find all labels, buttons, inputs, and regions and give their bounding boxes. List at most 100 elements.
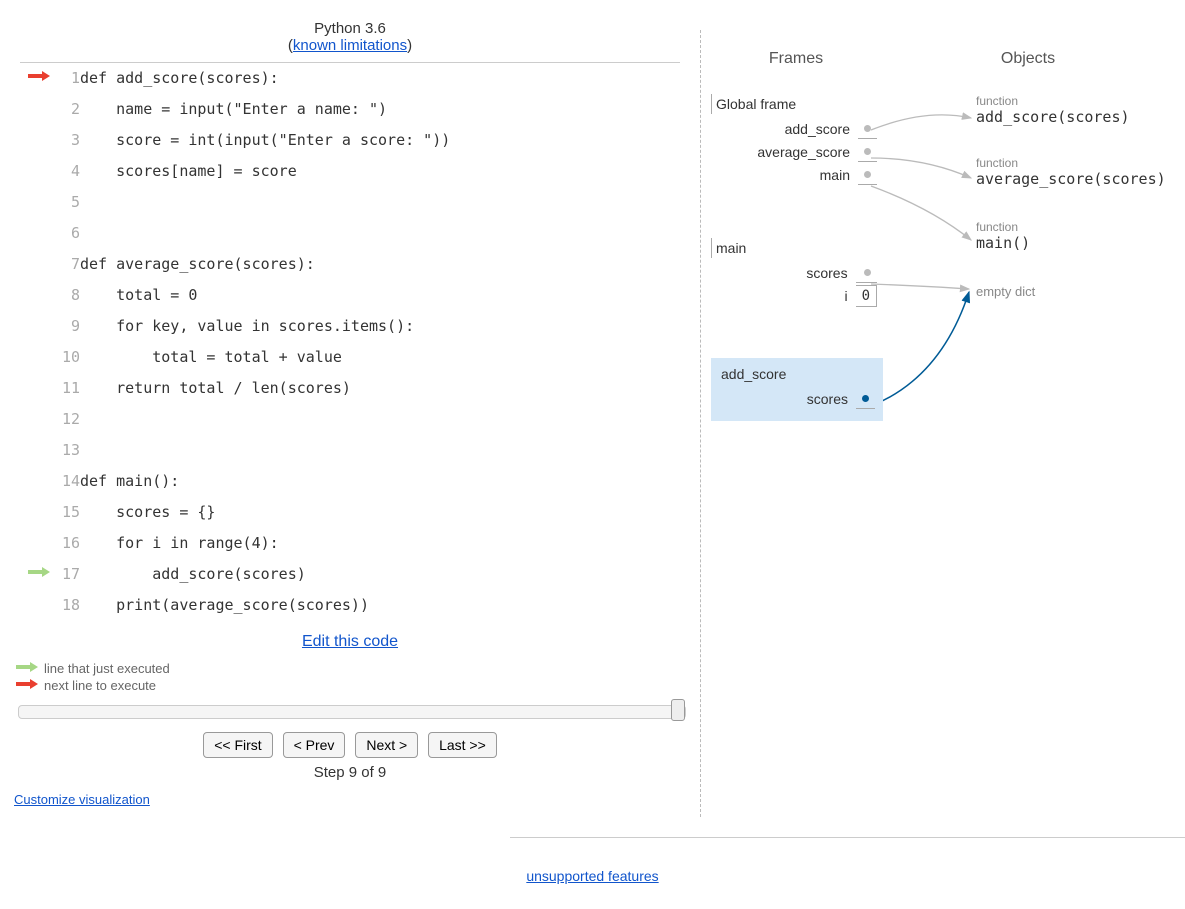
code-line: 12 bbox=[20, 404, 680, 435]
code-line: 9 for key, value in scores.items(): bbox=[20, 311, 680, 342]
viz-area: Global frame add_score average_score mai… bbox=[711, 88, 1175, 468]
var-name: scores bbox=[713, 262, 854, 283]
line-number: 6 bbox=[50, 218, 80, 249]
var-name: i bbox=[713, 285, 854, 307]
code-text bbox=[80, 621, 680, 623]
code-area: 1def add_score(scores):2 name = input("E… bbox=[20, 63, 680, 623]
objects-header-label: Objects bbox=[881, 50, 1175, 68]
object-label: add_score(scores) bbox=[976, 108, 1130, 126]
arrow-cell bbox=[20, 528, 50, 559]
arrow-cell bbox=[20, 466, 50, 497]
frame-add-score: add_score scores bbox=[711, 358, 883, 421]
frame-global: Global frame add_score average_score mai… bbox=[711, 94, 879, 187]
object-label: main() bbox=[976, 234, 1030, 252]
code-line: 2 name = input("Enter a name: ") bbox=[20, 94, 680, 125]
step-label: Step 9 of 9 bbox=[10, 764, 690, 781]
legend: line that just executed next line to exe… bbox=[16, 661, 690, 693]
arrow-cell bbox=[20, 559, 50, 590]
line-number: 9 bbox=[50, 311, 80, 342]
line-number: 15 bbox=[50, 497, 80, 528]
frame-main: main scores i 0 bbox=[711, 238, 879, 309]
language-label: Python 3.6 bbox=[314, 20, 386, 37]
code-line: 5 bbox=[20, 187, 680, 218]
code-text bbox=[80, 218, 680, 249]
code-text: scores[name] = score bbox=[80, 156, 680, 187]
frame-title: main bbox=[711, 238, 879, 258]
line-number: 5 bbox=[50, 187, 80, 218]
code-line: 19 bbox=[20, 621, 680, 623]
code-text: add_score(scores) bbox=[80, 559, 680, 590]
unsupported-features-link[interactable]: unsupported features bbox=[526, 868, 658, 884]
arrow-cell bbox=[20, 280, 50, 311]
last-button[interactable]: Last >> bbox=[428, 732, 497, 758]
code-line: 14def main(): bbox=[20, 466, 680, 497]
object-func: function average_score(scores) bbox=[976, 156, 1166, 188]
code-text bbox=[80, 435, 680, 466]
arrow-cell bbox=[20, 621, 50, 623]
line-number: 3 bbox=[50, 125, 80, 156]
object-type: function bbox=[976, 220, 1030, 234]
frames-header-label: Frames bbox=[711, 50, 881, 68]
var-name: add_score bbox=[713, 118, 856, 139]
code-scroll[interactable]: 1def add_score(scores):2 name = input("E… bbox=[20, 63, 680, 623]
code-text: scores = {} bbox=[80, 497, 680, 528]
code-text: def average_score(scores): bbox=[80, 249, 680, 280]
code-line: 18 print(average_score(scores)) bbox=[20, 590, 680, 621]
pointer-dot bbox=[864, 171, 871, 178]
arrow-cell bbox=[20, 125, 50, 156]
code-line: 16 for i in range(4): bbox=[20, 528, 680, 559]
code-line: 7def average_score(scores): bbox=[20, 249, 680, 280]
arrow-cell bbox=[20, 63, 50, 94]
line-number: 2 bbox=[50, 94, 80, 125]
viz-header: Frames Objects bbox=[711, 50, 1175, 68]
line-number: 13 bbox=[50, 435, 80, 466]
arrow-cell bbox=[20, 497, 50, 528]
legend-just-executed: line that just executed bbox=[44, 661, 170, 676]
legend-next-execute: next line to execute bbox=[44, 678, 156, 693]
code-text: total = 0 bbox=[80, 280, 680, 311]
line-number: 12 bbox=[50, 404, 80, 435]
object-func: function add_score(scores) bbox=[976, 94, 1130, 126]
code-text: def add_score(scores): bbox=[80, 63, 680, 94]
object-type: function bbox=[976, 156, 1166, 170]
object-label: empty dict bbox=[976, 284, 1035, 299]
line-number: 19 bbox=[50, 621, 80, 623]
arrow-cell bbox=[20, 590, 50, 621]
object-label: average_score(scores) bbox=[976, 170, 1166, 188]
object-dict: empty dict bbox=[976, 284, 1035, 299]
step-slider[interactable] bbox=[18, 705, 686, 719]
pointer-dot bbox=[864, 148, 871, 155]
first-button[interactable]: << First bbox=[203, 732, 272, 758]
var-name: scores bbox=[719, 388, 854, 409]
line-number: 1 bbox=[50, 63, 80, 94]
code-line: 11 return total / len(scores) bbox=[20, 373, 680, 404]
code-line: 8 total = 0 bbox=[20, 280, 680, 311]
line-number: 11 bbox=[50, 373, 80, 404]
known-limitations-link[interactable]: known limitations bbox=[293, 37, 407, 54]
nav-buttons: << First < Prev Next > Last >> bbox=[10, 732, 690, 758]
code-panel: Python 3.6 (known limitations) 1def add_… bbox=[0, 0, 700, 817]
frame-title: add_score bbox=[717, 364, 877, 384]
arrow-cell bbox=[20, 187, 50, 218]
arrow-cell bbox=[20, 156, 50, 187]
code-line: 15 scores = {} bbox=[20, 497, 680, 528]
code-line: 3 score = int(input("Enter a score: ")) bbox=[20, 125, 680, 156]
arrow-cell bbox=[20, 435, 50, 466]
line-number: 17 bbox=[50, 559, 80, 590]
prev-button[interactable]: < Prev bbox=[283, 732, 346, 758]
green-arrow-icon bbox=[16, 661, 38, 676]
arrow-cell bbox=[20, 404, 50, 435]
red-arrow-icon bbox=[16, 678, 38, 693]
code-line: 17 add_score(scores) bbox=[20, 559, 680, 590]
viz-panel: Frames Objects bbox=[700, 30, 1185, 817]
language-header: Python 3.6 (known limitations) bbox=[10, 20, 690, 54]
arrow-cell bbox=[20, 94, 50, 125]
arrow-cell bbox=[20, 373, 50, 404]
pointer-dot bbox=[864, 269, 871, 276]
customize-link[interactable]: Customize visualization bbox=[14, 792, 150, 807]
footer: unsupported features bbox=[0, 837, 1185, 884]
object-type: function bbox=[976, 94, 1130, 108]
code-line: 1def add_score(scores): bbox=[20, 63, 680, 94]
next-button[interactable]: Next > bbox=[355, 732, 418, 758]
edit-code-link[interactable]: Edit this code bbox=[302, 633, 398, 650]
